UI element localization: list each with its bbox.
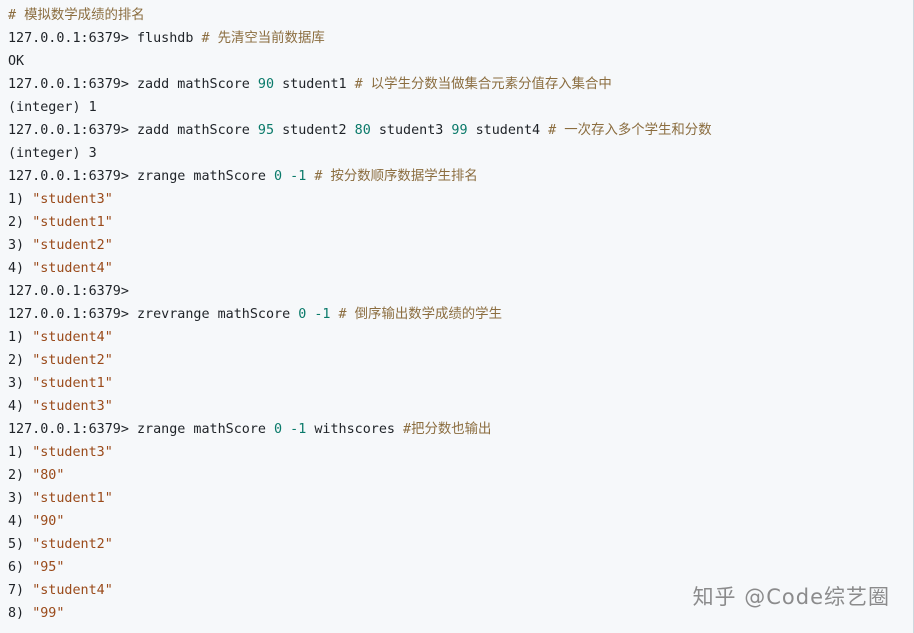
string-literal: "90": [32, 514, 65, 529]
output-text: 3): [8, 376, 33, 391]
string-literal: "99": [32, 606, 65, 621]
string-literal: "student1": [32, 376, 113, 391]
terminal-line: 2) "student1": [8, 211, 914, 234]
string-literal: "student4": [32, 261, 113, 276]
output-text: student4: [467, 123, 549, 138]
string-literal: "student2": [32, 353, 113, 368]
string-literal: "student2": [32, 537, 113, 552]
output-text: OK: [8, 54, 25, 69]
output-text: 3): [8, 491, 33, 506]
output-text: 4): [8, 514, 33, 529]
terminal-line: 127.0.0.1:6379> zrange mathScore 0 -1 # …: [8, 165, 914, 188]
output-text: 1): [8, 330, 33, 345]
terminal-line: 3) "student1": [8, 487, 914, 510]
terminal-line: 2) "student2": [8, 349, 914, 372]
prompt-text: 127.0.0.1:6379>: [8, 284, 129, 299]
terminal-line: 127.0.0.1:6379> flushdb # 先清空当前数据库: [8, 27, 914, 50]
comment-text: # 一次存入多个学生和分数: [548, 123, 712, 138]
output-text: 1): [8, 445, 33, 460]
prompt-text: 127.0.0.1:6379> zrange mathScore: [8, 422, 275, 437]
comment-text: # 倒序输出数学成绩的学生: [338, 307, 502, 322]
terminal-line: 127.0.0.1:6379> zrevrange mathScore 0 -1…: [8, 303, 914, 326]
output-text: 8): [8, 606, 33, 621]
number-literal: 99: [451, 123, 468, 138]
number-literal: 90: [257, 77, 275, 92]
string-literal: "student2": [32, 238, 113, 253]
string-literal: "80": [32, 468, 65, 483]
terminal-line: 127.0.0.1:6379> zrange mathScore 0 -1 wi…: [8, 418, 914, 441]
terminal-line: 127.0.0.1:6379>: [8, 280, 914, 303]
watermark: 知乎 @Code综艺圈: [692, 585, 890, 609]
comment-text: # 按分数顺序数据学生排名: [314, 169, 478, 184]
terminal-line: 4) "student4": [8, 257, 914, 280]
string-literal: "student4": [32, 330, 113, 345]
comment-text: # 先清空当前数据库: [201, 31, 325, 46]
output-text: 4): [8, 261, 33, 276]
output-text: 1): [8, 192, 33, 207]
comment-text: #把分数也输出: [403, 422, 492, 437]
terminal-line: # 模拟数学成绩的排名: [8, 4, 914, 27]
terminal-line: 127.0.0.1:6379> zadd mathScore 90 studen…: [8, 73, 914, 96]
output-text: (integer) 1: [8, 100, 97, 115]
string-literal: "student1": [32, 491, 113, 506]
output-text: 3): [8, 238, 33, 253]
number-literal: 0: [274, 422, 283, 437]
terminal-line: 1) "student3": [8, 441, 914, 464]
output-text: 6): [8, 560, 33, 575]
terminal-output: # 模拟数学成绩的排名 127.0.0.1:6379> flushdb # 先清空…: [0, 0, 914, 633]
number-literal: 0: [274, 169, 283, 184]
prompt-text: 127.0.0.1:6379> zadd mathScore: [8, 123, 258, 138]
output-text: 7): [8, 583, 33, 598]
string-literal: "student1": [32, 215, 113, 230]
terminal-line: 1) "student4": [8, 326, 914, 349]
terminal-line: (integer) 1: [8, 96, 914, 119]
number-literal: -1: [290, 422, 307, 437]
string-literal: "95": [32, 560, 65, 575]
output-text: 5): [8, 537, 33, 552]
output-text: withscores: [306, 422, 404, 437]
output-text: student3: [370, 123, 452, 138]
string-literal: "student4": [32, 583, 113, 598]
terminal-line: 127.0.0.1:6379> zadd mathScore 95 studen…: [8, 119, 914, 142]
output-text: student1: [274, 77, 355, 92]
terminal-line: 1) "student3": [8, 188, 914, 211]
terminal-line: 3) "student2": [8, 234, 914, 257]
number-literal: 95: [257, 123, 275, 138]
string-literal: "student3": [32, 399, 113, 414]
output-text: 2): [8, 468, 33, 483]
terminal-line: 3) "student1": [8, 372, 914, 395]
terminal-lines: # 模拟数学成绩的排名 127.0.0.1:6379> flushdb # 先清空…: [8, 4, 914, 625]
terminal-line: 6) "95": [8, 556, 914, 579]
number-literal: -1: [314, 307, 331, 322]
number-literal: -1: [290, 169, 307, 184]
terminal-line: 5) "student2": [8, 533, 914, 556]
terminal-line: 4) "student3": [8, 395, 914, 418]
terminal-line: 4) "90": [8, 510, 914, 533]
terminal-line: 2) "80": [8, 464, 914, 487]
number-literal: 80: [354, 123, 371, 138]
comment-text: # 模拟数学成绩的排名: [8, 8, 145, 23]
prompt-text: 127.0.0.1:6379> flushdb: [8, 31, 202, 46]
output-text: 4): [8, 399, 33, 414]
prompt-text: 127.0.0.1:6379> zrevrange mathScore: [8, 307, 299, 322]
output-text: student2: [274, 123, 355, 138]
comment-text: # 以学生分数当做集合元素分值存入集合中: [354, 77, 612, 92]
prompt-text: 127.0.0.1:6379> zrange mathScore: [8, 169, 275, 184]
prompt-text: 127.0.0.1:6379> zadd mathScore: [8, 77, 258, 92]
output-text: 2): [8, 353, 33, 368]
string-literal: "student3": [32, 192, 113, 207]
terminal-line: OK: [8, 50, 914, 73]
string-literal: "student3": [32, 445, 113, 460]
output-text: 2): [8, 215, 33, 230]
terminal-line: (integer) 3: [8, 142, 914, 165]
output-text: (integer) 3: [8, 146, 97, 161]
